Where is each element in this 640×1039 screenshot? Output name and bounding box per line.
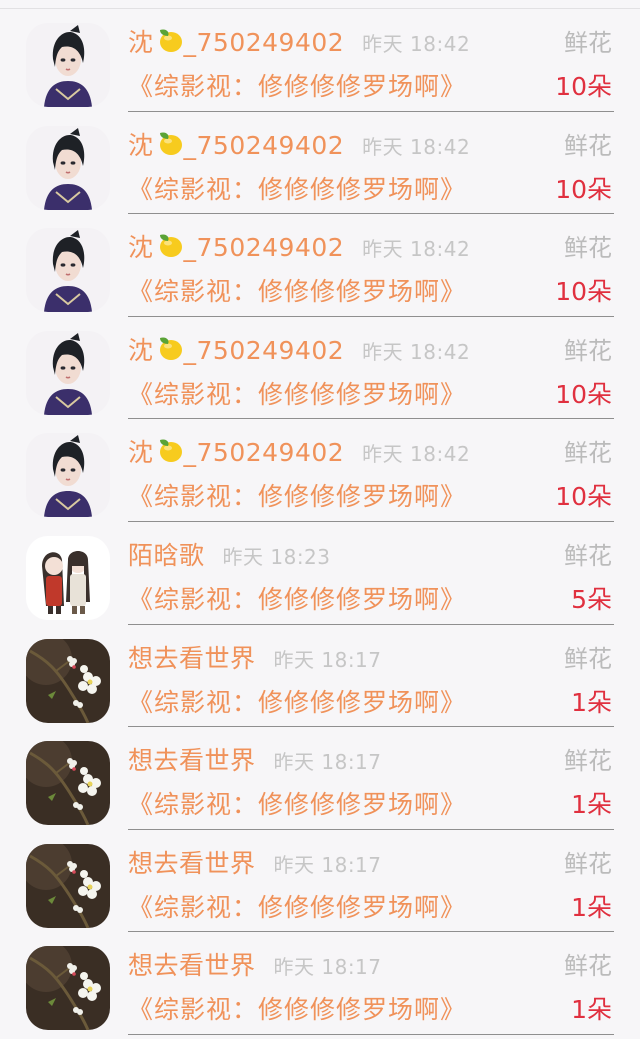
- gift-record-row[interactable]: 沈 _750249402 昨天 18:42 鲜花 《综影视：修修修修罗场啊》 10朵: [0, 112, 640, 215]
- row-header: 沈 _750249402 昨天 18:42 鲜花: [128, 228, 612, 264]
- ancient-man-avatar[interactable]: [26, 125, 110, 210]
- row-header: 想去看世界 昨天 18:17 鲜花: [128, 639, 612, 675]
- ancient-man-avatar[interactable]: [26, 330, 110, 415]
- row-body: 《综影视：修修修修罗场啊》 10朵: [128, 67, 612, 103]
- gift-record-row[interactable]: 想去看世界 昨天 18:17 鲜花 《综影视：修修修修罗场啊》 1朵: [0, 830, 640, 933]
- gift-time: 昨天 18:17: [273, 750, 382, 775]
- row-header: 想去看世界 昨天 18:17 鲜花: [128, 741, 612, 777]
- gift-type: 鲜花: [564, 541, 612, 570]
- gift-type: 鲜花: [564, 849, 612, 878]
- gift-count: 10朵: [555, 379, 612, 409]
- gift-time: 昨天 18:42: [362, 237, 471, 262]
- book-title[interactable]: 《综影视：修修修修罗场啊》: [128, 580, 466, 616]
- ancient-man-avatar[interactable]: [26, 23, 110, 107]
- gift-record-row[interactable]: 想去看世界 昨天 18:17 鲜花 《综影视：修修修修罗场啊》 1朵: [0, 625, 640, 728]
- gift-type: 鲜花: [564, 234, 612, 263]
- row-body: 《综影视：修修修修罗场啊》 1朵: [128, 683, 612, 719]
- user-name[interactable]: 想去看世界 昨天 18:17: [128, 844, 382, 880]
- gift-time: 昨天 18:42: [362, 134, 471, 159]
- row-header: 想去看世界 昨天 18:17 鲜花: [128, 946, 612, 982]
- gift-count: 10朵: [555, 174, 612, 204]
- book-title[interactable]: 《综影视：修修修修罗场啊》: [128, 990, 466, 1026]
- lemon-emoji-icon: [159, 337, 182, 360]
- row-header: 想去看世界 昨天 18:17 鲜花: [128, 844, 612, 880]
- gift-record-list: 沈 _750249402 昨天 18:42 鲜花 《综影视：修修修修罗场啊》 10朵…: [0, 9, 640, 1035]
- row-body: 《综影视：修修修修罗场啊》 5朵: [128, 580, 612, 616]
- book-title[interactable]: 《综影视：修修修修罗场啊》: [128, 785, 466, 821]
- blossom-avatar[interactable]: [26, 638, 110, 723]
- lemon-emoji-icon: [159, 132, 182, 155]
- row-header: 沈 _750249402 昨天 18:42 鲜花: [128, 433, 612, 469]
- row-header: 沈 _750249402 昨天 18:42 鲜花: [128, 126, 612, 162]
- lemon-emoji-icon: [159, 234, 182, 258]
- gift-record-row[interactable]: 沈 _750249402 昨天 18:42 鲜花 《综影视：修修修修罗场啊》 10朵: [0, 214, 640, 317]
- book-title[interactable]: 《综影视：修修修修罗场啊》: [128, 683, 466, 719]
- gift-type: 鲜花: [564, 644, 612, 673]
- row-body: 《综影视：修修修修罗场啊》 1朵: [128, 990, 612, 1026]
- gift-type: 鲜花: [564, 131, 612, 160]
- couple-chibi-avatar[interactable]: [26, 535, 110, 620]
- user-name[interactable]: 想去看世界 昨天 18:17: [128, 639, 382, 675]
- book-title[interactable]: 《综影视：修修修修罗场啊》: [128, 375, 466, 411]
- gift-time: 昨天 18:42: [362, 442, 471, 467]
- user-name[interactable]: 想去看世界 昨天 18:17: [128, 741, 382, 777]
- gift-count: 1朵: [571, 687, 612, 717]
- gift-type: 鲜花: [564, 747, 612, 776]
- gift-type: 鲜花: [564, 952, 612, 981]
- gift-time: 昨天 18:17: [273, 852, 382, 877]
- gift-count: 1朵: [571, 790, 612, 820]
- book-title[interactable]: 《综影视：修修修修罗场啊》: [128, 272, 466, 308]
- blossom-avatar[interactable]: [26, 741, 110, 826]
- blossom-avatar[interactable]: [26, 946, 110, 1031]
- gift-count: 5朵: [571, 584, 612, 614]
- row-header: 沈 _750249402 昨天 18:42 鲜花: [128, 23, 612, 59]
- blossom-avatar[interactable]: [26, 843, 110, 928]
- gift-count: 1朵: [571, 892, 612, 922]
- lemon-emoji-icon: [159, 439, 182, 463]
- gift-time: 昨天 18:23: [222, 544, 331, 569]
- row-body: 《综影视：修修修修罗场啊》 10朵: [128, 170, 612, 206]
- gift-record-row[interactable]: 沈 _750249402 昨天 18:42 鲜花 《综影视：修修修修罗场啊》 10朵: [0, 419, 640, 522]
- ancient-man-avatar[interactable]: [26, 228, 110, 313]
- lemon-emoji-icon: [159, 29, 182, 52]
- gift-record-row[interactable]: 想去看世界 昨天 18:17 鲜花 《综影视：修修修修罗场啊》 1朵: [0, 932, 640, 1035]
- user-name[interactable]: 想去看世界 昨天 18:17: [128, 946, 382, 982]
- gift-record-row[interactable]: 沈 _750249402 昨天 18:42 鲜花 《综影视：修修修修罗场啊》 10朵: [0, 317, 640, 420]
- gift-type: 鲜花: [564, 29, 612, 57]
- gift-time: 昨天 18:42: [362, 32, 471, 56]
- ancient-man-avatar[interactable]: [26, 433, 110, 518]
- gift-count: 10朵: [555, 482, 612, 512]
- gift-type: 鲜花: [564, 336, 612, 365]
- gift-count: 1朵: [571, 995, 612, 1025]
- row-divider: [128, 1033, 614, 1035]
- top-divider: [0, 0, 640, 9]
- user-name[interactable]: 沈 _750249402 昨天 18:42: [128, 126, 470, 162]
- gift-count: 10朵: [555, 277, 612, 307]
- gift-record-row[interactable]: 陌晗歌 昨天 18:23 鲜花 《综影视：修修修修罗场啊》 5朵: [0, 522, 640, 625]
- book-title[interactable]: 《综影视：修修修修罗场啊》: [128, 170, 466, 206]
- row-body: 《综影视：修修修修罗场啊》 10朵: [128, 272, 612, 308]
- row-body: 《综影视：修修修修罗场啊》 1朵: [128, 785, 612, 821]
- gift-time: 昨天 18:17: [273, 647, 382, 672]
- gift-time: 昨天 18:42: [362, 339, 471, 364]
- gift-record-row[interactable]: 沈 _750249402 昨天 18:42 鲜花 《综影视：修修修修罗场啊》 10朵: [0, 9, 640, 112]
- user-name[interactable]: 沈 _750249402 昨天 18:42: [128, 228, 470, 264]
- gift-type: 鲜花: [564, 439, 612, 468]
- user-name[interactable]: 沈 _750249402 昨天 18:42: [128, 433, 470, 469]
- row-body: 《综影视：修修修修罗场啊》 10朵: [128, 375, 612, 411]
- book-title[interactable]: 《综影视：修修修修罗场啊》: [128, 477, 466, 513]
- user-name[interactable]: 沈 _750249402 昨天 18:42: [128, 23, 470, 59]
- row-body: 《综影视：修修修修罗场啊》 10朵: [128, 477, 612, 513]
- book-title[interactable]: 《综影视：修修修修罗场啊》: [128, 67, 466, 103]
- row-body: 《综影视：修修修修罗场啊》 1朵: [128, 888, 612, 924]
- row-header: 沈 _750249402 昨天 18:42 鲜花: [128, 331, 612, 367]
- gift-record-row[interactable]: 想去看世界 昨天 18:17 鲜花 《综影视：修修修修罗场啊》 1朵: [0, 727, 640, 830]
- user-name[interactable]: 陌晗歌 昨天 18:23: [128, 536, 331, 572]
- row-header: 陌晗歌 昨天 18:23 鲜花: [128, 536, 612, 572]
- user-name[interactable]: 沈 _750249402 昨天 18:42: [128, 331, 470, 367]
- book-title[interactable]: 《综影视：修修修修罗场啊》: [128, 888, 466, 924]
- gift-time: 昨天 18:17: [273, 955, 382, 980]
- gift-count: 10朵: [555, 72, 612, 101]
